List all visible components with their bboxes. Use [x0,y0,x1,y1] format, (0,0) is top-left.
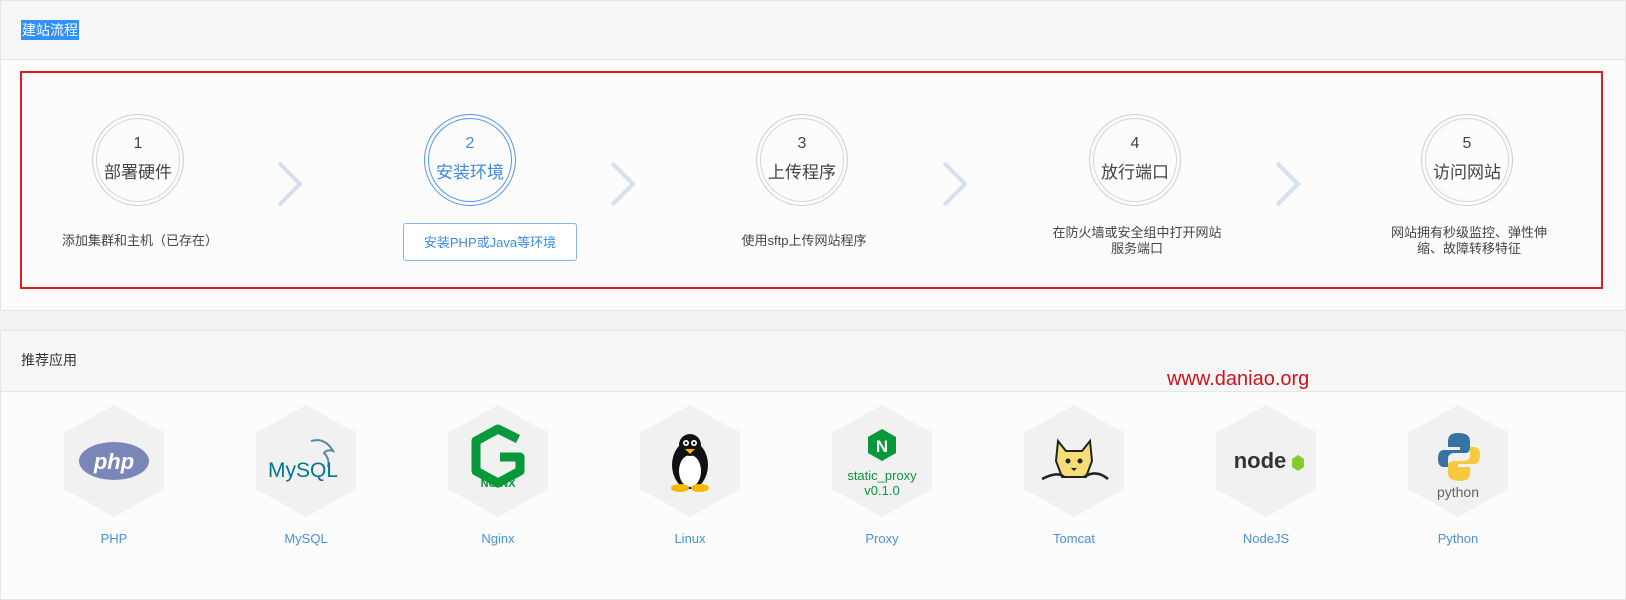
step-circle-active: 2 安装环境 [424,114,516,206]
step-label: 上传程序 [768,163,836,182]
step-open-port[interactable]: 4 放行端口 在防火墙或安全组中打开网站 服务端口 [1017,73,1257,287]
build-flow-title: 建站流程 [21,20,79,40]
step-circle: 3 上传程序 [756,114,848,206]
build-flow-steps: 1 部署硬件 添加集群和主机（已存在） 2 安装环境 安装PHP或Java等环境… [20,71,1603,289]
step-label: 放行端口 [1101,163,1169,182]
step-upload-program[interactable]: 3 上传程序 使用sftp上传网站程序 [684,73,924,287]
step-description-line: 缩、故障转移特征 [1416,241,1521,256]
watermark: www.daniao.org [1167,368,1310,390]
chevron-right-icon [1275,161,1301,207]
app-php[interactable]: php PHP [44,405,184,555]
app-nodejs[interactable]: node NodeJS [1196,405,1336,555]
app-name: PHP [100,531,128,546]
step-description: 使用sftp上传网站程序 [741,233,867,248]
install-env-button[interactable]: 安装PHP或Java等环境 [403,223,577,261]
step-number: 2 [465,135,475,152]
nginx-logo-icon: NGINX [448,405,548,517]
app-mysql[interactable]: MySQL MySQL [236,405,376,555]
step-circle: 5 访问网站 [1421,114,1513,206]
mysql-logo-text: MySQL [268,459,338,482]
proxy-logo-version: v0.1.0 [864,483,899,498]
proxy-logo-icon: N static_proxy v0.1.0 [832,405,932,517]
recommended-apps-header: 推荐应用 [1,331,1625,392]
tomcat-logo-icon [1024,405,1124,517]
app-python[interactable]: python Python [1388,405,1528,555]
step-label: 部署硬件 [104,163,172,182]
app-proxy[interactable]: N static_proxy v0.1.0 Proxy [812,405,952,555]
app-linux[interactable]: Linux [620,405,760,555]
app-name: NodeJS [1242,531,1290,546]
step-description: 网站拥有秒级监控、弹性伸 缩、故障转移特征 [1349,225,1589,257]
chevron-right-icon [610,161,636,207]
app-name: MySQL [284,531,328,546]
step-label: 安装环境 [436,163,504,182]
app-name: Tomcat [1053,531,1095,546]
php-logo-icon: php [64,405,164,517]
step-description-line: 服务端口 [1110,241,1163,256]
step-number: 1 [133,135,143,152]
step-description-line: 网站拥有秒级监控、弹性伸 [1390,225,1547,240]
nodejs-logo-text: node [1234,448,1287,473]
step-description: 在防火墙或安全组中打开网站 服务端口 [1017,225,1257,257]
step-circle: 4 放行端口 [1089,114,1181,206]
nginx-logo-text: NGINX [481,478,517,490]
step-number: 5 [1462,135,1472,152]
chevron-right-icon [277,161,303,207]
chevron-right-icon [942,161,968,207]
step-number: 3 [797,135,807,152]
app-name: Linux [674,531,706,546]
app-nginx[interactable]: NGINX Nginx [428,405,568,555]
step-install-env[interactable]: 2 安装环境 安装PHP或Java等环境 [352,73,592,287]
python-logo-icon: python [1408,405,1508,517]
step-number: 4 [1130,135,1140,152]
nodejs-logo-icon: node [1216,405,1316,517]
app-name: Python [1437,531,1479,546]
step-circle: 1 部署硬件 [92,114,184,206]
step-description: 添加集群和主机（已存在） [61,233,218,248]
recommended-apps-title: 推荐应用 [21,352,77,368]
build-flow-header: 建站流程 [1,1,1625,60]
python-logo-text: python [1437,484,1479,500]
php-logo-text: php [93,449,134,474]
mysql-logo-icon: MySQL [256,405,356,517]
step-deploy-hardware[interactable]: 1 部署硬件 添加集群和主机（已存在） [20,73,260,287]
step-label: 访问网站 [1433,163,1501,182]
linux-tux-icon [640,405,740,517]
proxy-logo-letter: N [876,437,888,456]
proxy-logo-text: static_proxy [847,468,917,483]
app-tomcat[interactable]: Tomcat [1004,405,1144,555]
step-visit-site[interactable]: 5 访问网站 网站拥有秒级监控、弹性伸 缩、故障转移特征 [1349,73,1589,287]
app-name: Proxy [865,531,899,546]
step-description-line: 在防火墙或安全组中打开网站 [1052,225,1222,240]
app-name: Nginx [481,531,515,546]
